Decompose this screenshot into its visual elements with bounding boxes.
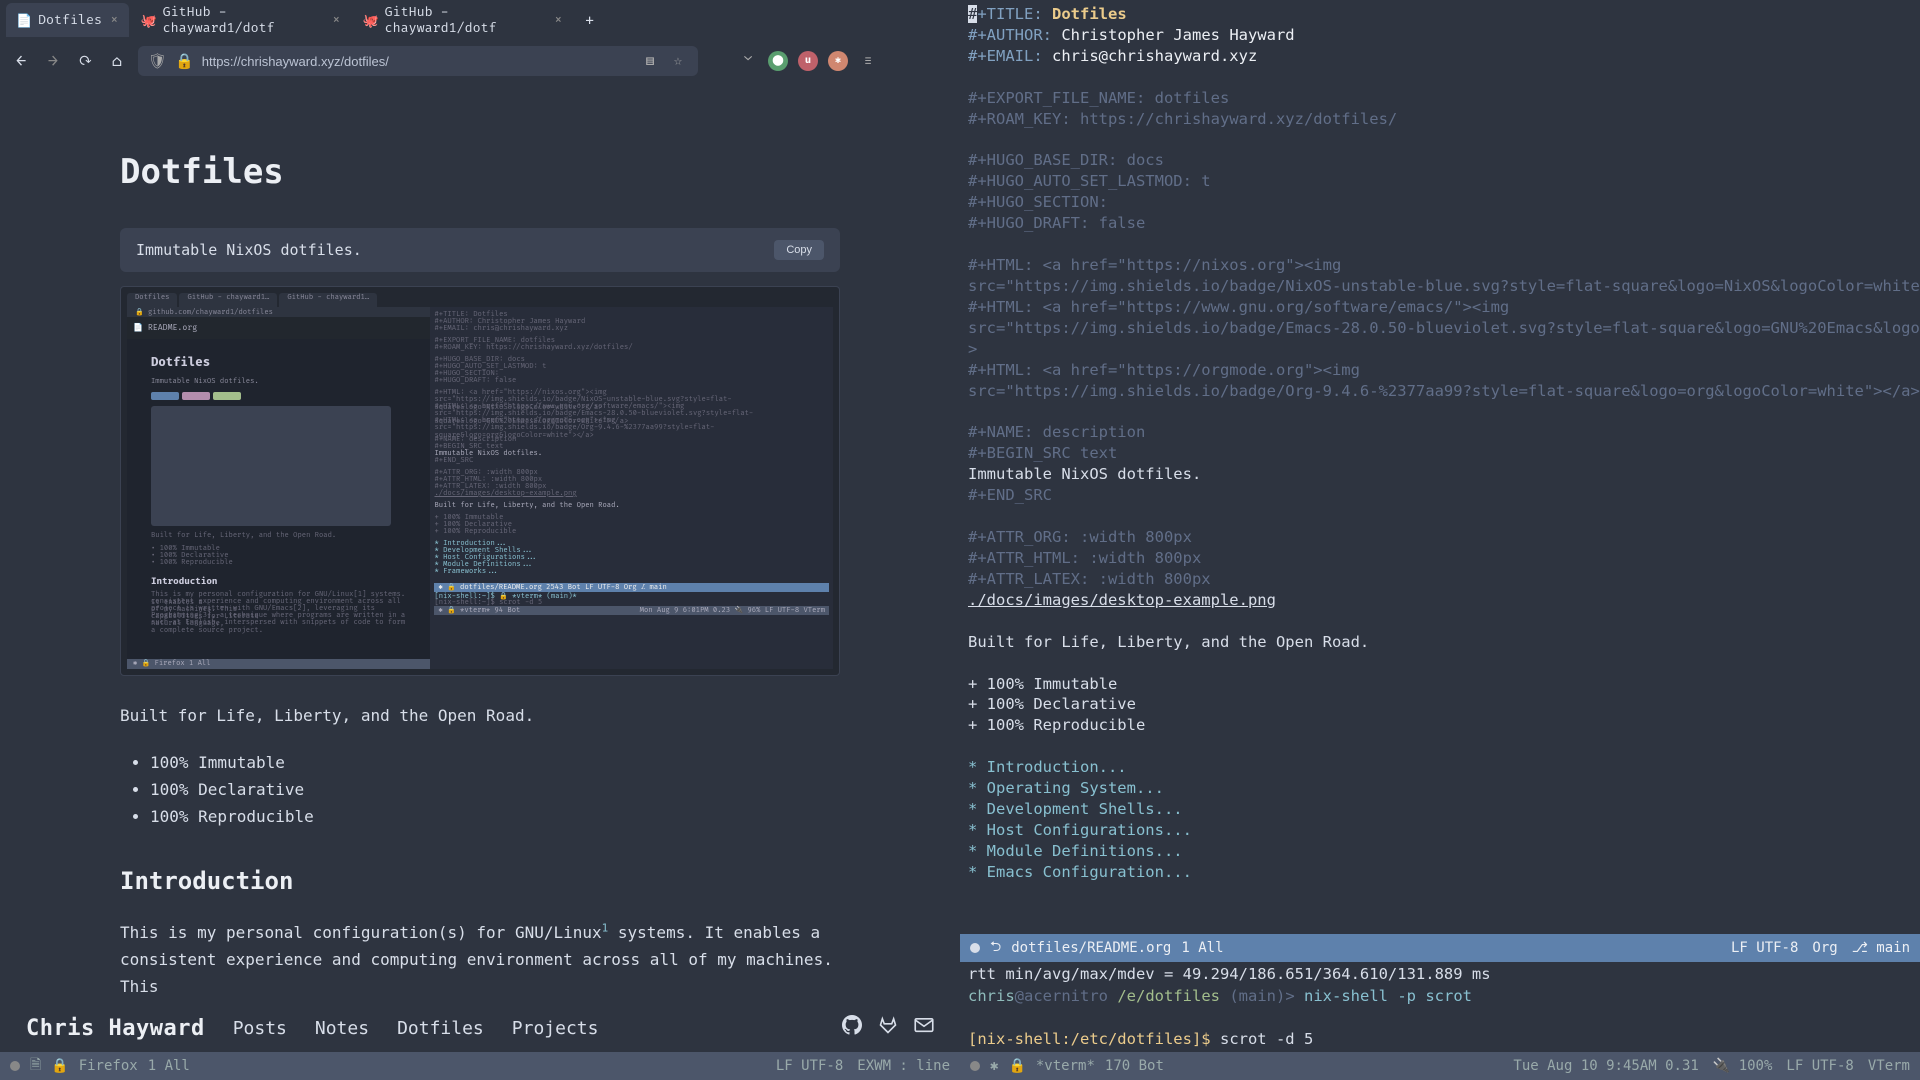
site-nav: Chris Hayward Posts Notes Dotfiles Proje… — [0, 1004, 960, 1052]
intro-heading: Introduction — [120, 867, 840, 895]
vterm-line — [968, 1007, 1912, 1029]
status-dot-icon — [970, 1061, 980, 1071]
list-item: 100% Declarative — [150, 776, 840, 803]
forward-button[interactable]: → — [42, 51, 64, 71]
major-mode: VTerm — [1868, 1058, 1910, 1074]
tab-label: Dotfiles — [38, 12, 102, 28]
modeline-vterm: ✱ 🔒 *vterm* 170 Bot Tue Aug 10 9:45AM 0.… — [960, 1052, 1920, 1080]
extension-3-icon[interactable]: ✱ — [828, 51, 848, 71]
back-button[interactable]: ← — [10, 51, 32, 71]
vterm-line: rtt min/avg/max/mdev = 49.294/186.651/36… — [968, 964, 1912, 986]
buffer-name: *vterm* — [1036, 1058, 1095, 1074]
code-block: Immutable NixOS dotfiles. Copy — [120, 228, 840, 272]
browser-tab-strip: 📄 Dotfiles × 🐙 GitHub - chayward1/dotf ×… — [0, 0, 960, 40]
bookmark-star-icon[interactable]: ☆ — [668, 53, 688, 70]
encoding: LF UTF-8 — [776, 1058, 843, 1074]
lock-icon[interactable]: 🔒 — [175, 52, 194, 71]
buffer-name: Firefox — [79, 1058, 138, 1074]
pocket-icon[interactable]: ⌄ — [738, 53, 758, 70]
tab-label: GitHub - chayward1/dotf — [163, 4, 324, 36]
intro-paragraph: This is my personal configuration(s) for… — [120, 919, 840, 1001]
new-tab-button[interactable]: + — [575, 11, 605, 30]
github-favicon-icon: 🐙 — [141, 13, 155, 27]
gitlab-icon[interactable] — [878, 1015, 898, 1041]
major-mode: Org — [1812, 940, 1837, 956]
email-icon[interactable] — [914, 1015, 934, 1041]
site-favicon-icon: 📄 — [16, 13, 30, 27]
major-mode: EXWM : line — [857, 1058, 950, 1074]
menu-icon[interactable]: ≡ — [858, 53, 878, 70]
url-input[interactable] — [202, 54, 632, 69]
encoding: LF UTF-8 — [1731, 940, 1798, 956]
status-dot-icon — [10, 1061, 20, 1071]
tab-github-2[interactable]: 🐙 GitHub - chayward1/dotf × — [353, 3, 573, 37]
extension-1-icon[interactable]: ⬤ — [768, 51, 788, 71]
tab-github-1[interactable]: 🐙 GitHub - chayward1/dotf × — [131, 3, 351, 37]
close-icon[interactable]: × — [554, 12, 563, 29]
page-title: Dotfiles — [120, 152, 840, 192]
code-text: Immutable NixOS dotfiles. — [136, 241, 362, 259]
modeline-org: ⮌ dotfiles/README.org 1 All LF UTF-8 Org… — [960, 934, 1920, 962]
nav-posts[interactable]: Posts — [233, 1018, 287, 1039]
address-bar[interactable]: 🛡 🔒 ▤ ☆ — [138, 46, 698, 76]
tab-label: GitHub - chayward1/dotf — [385, 4, 546, 36]
status-dot-icon — [970, 943, 980, 953]
browser-toolbar: ← → ⟳ ⌂ 🛡 🔒 ▤ ☆ ⌄ ⬤ u ✱ ≡ — [0, 40, 960, 82]
github-favicon-icon: 🐙 — [363, 13, 377, 27]
copy-button[interactable]: Copy — [774, 240, 824, 260]
reload-button[interactable]: ⟳ — [74, 51, 96, 71]
ublock-icon[interactable]: u — [798, 51, 818, 71]
github-icon[interactable] — [842, 1015, 862, 1041]
tab-dotfiles[interactable]: 📄 Dotfiles × — [6, 3, 129, 37]
buffer-pos: 170 Bot — [1105, 1058, 1164, 1074]
embedded-screenshot: DotfilesGitHub - chayward1…GitHub - chay… — [120, 286, 840, 676]
battery: 🔌 100% — [1713, 1058, 1773, 1074]
page-viewport: Dotfiles Immutable NixOS dotfiles. Copy … — [0, 82, 960, 1052]
nav-dotfiles[interactable]: Dotfiles — [397, 1018, 484, 1039]
buffer-path: dotfiles/README.org — [1011, 940, 1171, 956]
site-brand[interactable]: Chris Hayward — [26, 1016, 205, 1041]
datetime: Tue Aug 10 9:45AM 0.31 — [1513, 1058, 1698, 1074]
lock-icon: 🔒 — [1008, 1058, 1025, 1074]
home-button[interactable]: ⌂ — [106, 51, 128, 71]
modified-icon: ✱ — [990, 1058, 998, 1074]
nav-projects[interactable]: Projects — [512, 1018, 599, 1039]
page-scroll[interactable]: Dotfiles Immutable NixOS dotfiles. Copy … — [0, 82, 960, 1004]
encoding: LF UTF-8 — [1786, 1058, 1853, 1074]
buffer-pos: 1 All — [1181, 940, 1223, 956]
buffer-pos: 1 All — [148, 1058, 190, 1074]
list-item: 100% Immutable — [150, 749, 840, 776]
lock-icon: 🔒 — [51, 1058, 68, 1074]
tagline: Built for Life, Liberty, and the Open Ro… — [120, 706, 840, 725]
file-icon: 🗎 — [30, 1054, 41, 1078]
vterm-prompt: chris@acernitro /e/dotfiles (main)> nix-… — [968, 986, 1912, 1008]
shield-icon[interactable]: 🛡 — [148, 52, 167, 71]
vcs-icon: ⮌ — [990, 936, 1001, 960]
vterm-buffer[interactable]: rtt min/avg/max/mdev = 49.294/186.651/36… — [960, 962, 1920, 1052]
list-item: 100% Reproducible — [150, 803, 840, 830]
close-icon[interactable]: × — [110, 12, 119, 29]
feature-list: 100% Immutable 100% Declarative 100% Rep… — [120, 749, 840, 831]
org-buffer[interactable]: #+TITLE: Dotfiles #+AUTHOR: Christopher … — [960, 0, 1920, 934]
vterm-prompt: [nix-shell:/etc/dotfiles]$ scrot -d 5 — [968, 1029, 1912, 1051]
nav-notes[interactable]: Notes — [315, 1018, 369, 1039]
modeline-firefox: 🗎 🔒 Firefox 1 All LF UTF-8 EXWM : line — [0, 1052, 960, 1080]
close-icon[interactable]: × — [332, 12, 341, 29]
git-branch: ⎇ main — [1852, 940, 1910, 956]
reader-mode-icon[interactable]: ▤ — [640, 53, 660, 70]
